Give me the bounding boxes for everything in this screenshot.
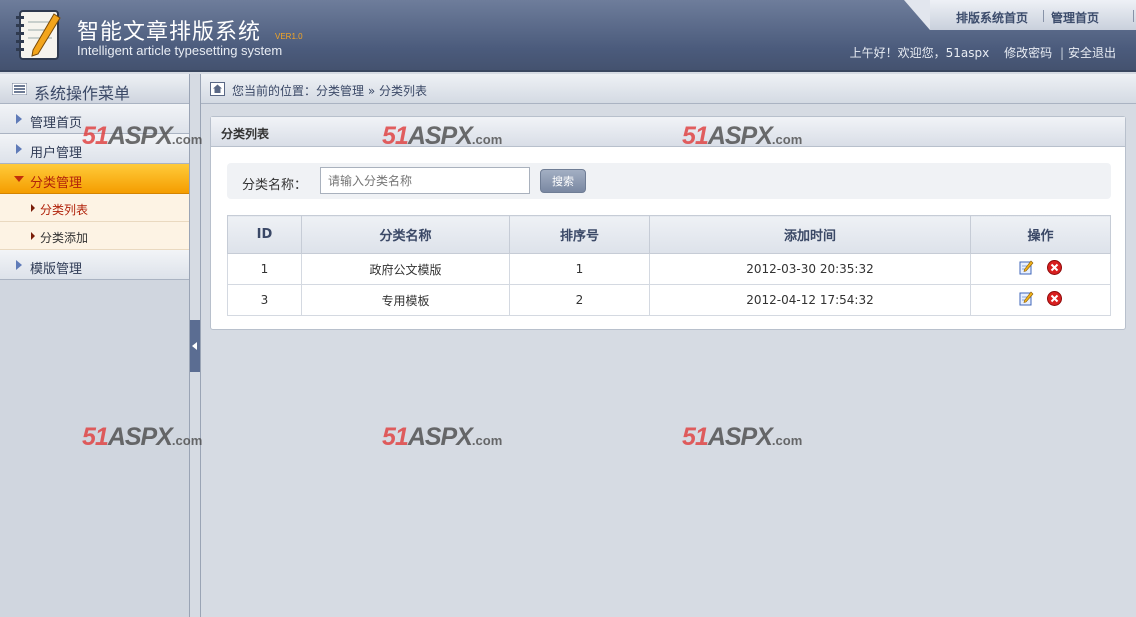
sidebar-subitem-label: 分类添加 [40,231,89,245]
logout-link[interactable]: 安全退出 [1068,46,1116,60]
sidebar-title: 系统操作菜单 [0,74,189,104]
sidebar-item-user-management[interactable]: 用户管理 [0,134,189,164]
sidebar: 系统操作菜单 管理首页 用户管理 分类管理 分类列表 分类添加 模版管理 [0,74,190,617]
sidebar-title-label: 系统操作菜单 [34,84,131,103]
table-row: 3 专用模板 2 2012-04-12 17:54:32 [227,284,1111,316]
app-subtitle: Intelligent article typesetting system [77,43,283,58]
search-label: 分类名称： [242,178,308,193]
user-bar: 上午好！欢迎您，51aspx 修改密码 | 安全退出 [850,44,1116,61]
sidebar-subitem-category-add[interactable]: 分类添加 [0,222,189,250]
caret-down-icon [14,176,24,182]
category-name-search-input[interactable] [320,167,530,194]
column-header-name: 分类名称 [301,215,510,254]
sidebar-collapse-handle[interactable] [190,320,200,372]
category-list-panel: 分类列表 分类名称： 搜索 ID 分类名称 排序号 添加时间 操作 1 政府公文… [210,116,1126,330]
main-content: 您当前的位置：分类管理 » 分类列表 分类列表 分类名称： 搜索 ID 分类名称… [201,74,1136,617]
table-row: 1 政府公文模版 1 2012-03-30 20:35:32 [227,253,1111,285]
change-password-link[interactable]: 修改密码 [1004,46,1052,60]
tab-typeset-home[interactable]: 排版系统首页 [956,9,1028,26]
sidebar-subitem-label: 分类列表 [40,203,89,217]
sidebar-item-label: 用户管理 [30,146,83,161]
panel-title: 分类列表 [221,127,270,141]
column-header-time: 添加时间 [649,215,971,254]
user-bar-separator: | [1059,46,1064,60]
caret-right-icon [16,260,22,270]
search-bar: 分类名称： 搜索 [227,163,1111,199]
tab-divider [1133,10,1134,22]
cell-actions [970,253,1111,285]
edit-icon[interactable] [1019,291,1034,306]
delete-icon[interactable] [1047,291,1062,306]
cell-time: 2012-03-30 20:35:32 [649,253,971,285]
greeting-text: 上午好！欢迎您，51aspx [849,46,990,60]
cell-name: 政府公文模版 [301,253,510,285]
app-title: 智能文章排版系统 [77,20,262,45]
sidebar-item-category-management[interactable]: 分类管理 [0,164,189,194]
menu-list-icon [12,83,27,95]
cell-id: 1 [227,253,302,285]
column-header-actions: 操作 [970,215,1111,254]
tab-admin-home[interactable]: 管理首页 [1051,9,1099,26]
breadcrumb: 您当前的位置：分类管理 » 分类列表 [232,84,427,98]
tab-divider [1043,10,1044,22]
caret-right-icon [16,144,22,154]
app-header: 智能文章排版系统 VER1.0 Intelligent article type… [0,0,1136,72]
caret-right-icon [31,232,35,240]
cell-order: 1 [509,253,650,285]
edit-icon[interactable] [1019,260,1034,275]
category-table: ID 分类名称 排序号 添加时间 操作 1 政府公文模版 1 2012-03-3… [227,215,1111,316]
search-button[interactable]: 搜索 [540,169,586,193]
sidebar-subitem-category-list[interactable]: 分类列表 [0,194,189,222]
home-icon [210,82,225,96]
panel-header: 分类列表 [211,117,1125,147]
sidebar-item-template-management[interactable]: 模版管理 [0,250,189,280]
cell-time: 2012-04-12 17:54:32 [649,284,971,316]
caret-right-icon [16,114,22,124]
sidebar-item-label: 管理首页 [30,116,83,131]
app-version: VER1.0 [275,32,303,41]
delete-icon[interactable] [1047,260,1062,275]
sidebar-item-label: 模版管理 [30,262,83,277]
cell-id: 3 [227,284,302,316]
column-header-order: 排序号 [509,215,650,254]
top-tabs: 排版系统首页 管理首页 [904,0,1136,30]
table-header-row: ID 分类名称 排序号 添加时间 操作 [227,215,1111,254]
sidebar-item-label: 分类管理 [30,176,83,191]
sidebar-item-admin-home[interactable]: 管理首页 [0,104,189,134]
breadcrumb-bar: 您当前的位置：分类管理 » 分类列表 [201,74,1136,104]
column-header-id: ID [227,215,302,254]
cell-actions [970,284,1111,316]
cell-name: 专用模板 [301,284,510,316]
notebook-pencil-logo-icon [16,10,61,60]
caret-right-icon [31,204,35,212]
cell-order: 2 [509,284,650,316]
